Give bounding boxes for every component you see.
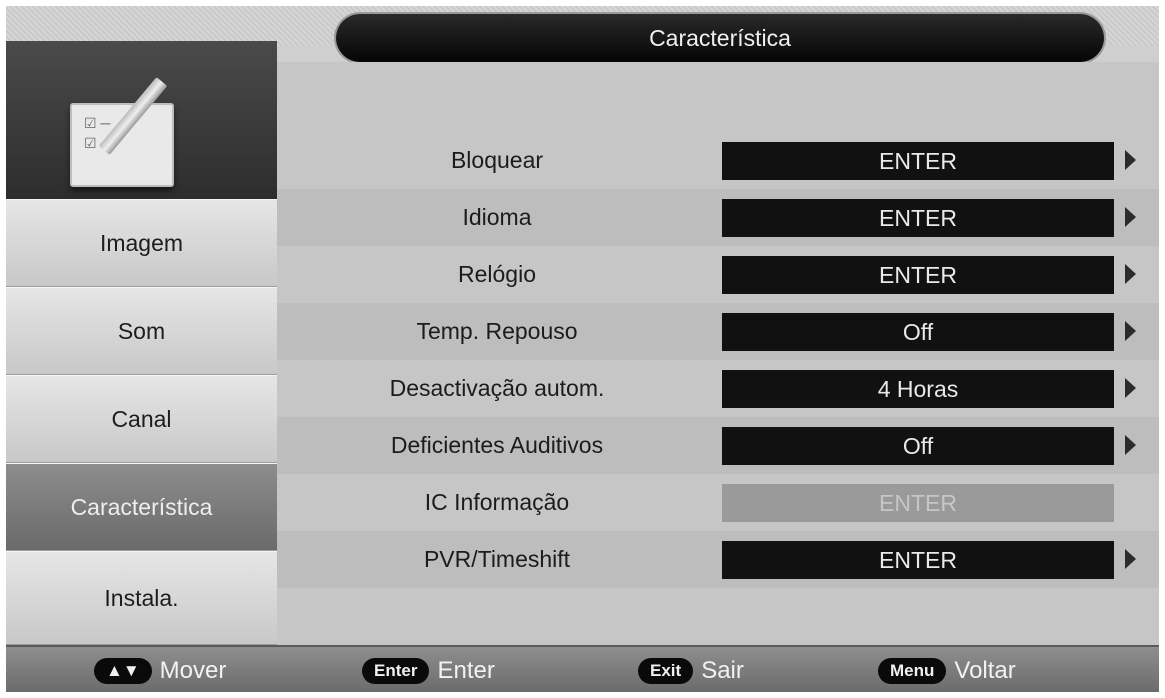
row-label: Desactivação autom. xyxy=(389,375,605,401)
row-value: ENTER xyxy=(722,484,1114,522)
menu-row-bloquear[interactable]: Bloquear ENTER xyxy=(277,132,1159,189)
row-value[interactable]: ENTER xyxy=(722,541,1114,579)
tv-menu-screen: Característica ☑ ─ ☑ ─ Imagem Som Canal … xyxy=(6,6,1159,692)
menu-row-pvr-timeshift[interactable]: PVR/Timeshift ENTER xyxy=(277,531,1159,588)
arrow-right-icon xyxy=(1125,435,1136,455)
row-value[interactable]: ENTER xyxy=(722,256,1114,294)
menu-title: Característica xyxy=(336,14,1104,62)
row-value[interactable]: ENTER xyxy=(722,142,1114,180)
hint-exit: Exit Sair xyxy=(638,657,744,685)
up-down-key-icon: ▲▼ xyxy=(94,658,152,684)
hint-text: Sair xyxy=(701,657,744,684)
arrow-right-icon xyxy=(1125,150,1136,170)
arrow-right-icon xyxy=(1125,207,1136,227)
hint-text: Voltar xyxy=(954,657,1016,684)
arrow-right-icon xyxy=(1125,378,1136,398)
enter-key-icon: Enter xyxy=(362,658,430,684)
settings-list: Bloquear ENTER Idioma ENTER Relógio ENTE… xyxy=(277,62,1159,645)
hint-back: Menu Voltar xyxy=(878,657,1016,685)
row-value[interactable]: Off xyxy=(722,313,1114,351)
row-value[interactable]: Off xyxy=(722,427,1114,465)
row-label: Temp. Repouso xyxy=(416,318,578,344)
menu-row-deficientes-auditivos[interactable]: Deficientes Auditivos Off xyxy=(277,417,1159,474)
row-label: Relógio xyxy=(458,261,536,287)
menu-row-idioma[interactable]: Idioma ENTER xyxy=(277,189,1159,246)
row-label: PVR/Timeshift xyxy=(423,546,571,572)
sidebar-item-imagem[interactable]: Imagem xyxy=(6,199,277,287)
menu-row-relogio[interactable]: Relógio ENTER xyxy=(277,246,1159,303)
row-label: IC Informação xyxy=(424,489,570,515)
sidebar-item-som[interactable]: Som xyxy=(6,287,277,375)
hint-enter: Enter Enter xyxy=(362,657,495,685)
arrow-right-icon xyxy=(1125,549,1136,569)
hint-text: Enter xyxy=(437,657,495,684)
arrow-right-icon xyxy=(1125,264,1136,284)
menu-row-ic-informacao: IC Informação ENTER xyxy=(277,474,1159,531)
menu-row-desactivacao[interactable]: Desactivação autom. 4 Horas xyxy=(277,360,1159,417)
row-value[interactable]: ENTER xyxy=(722,199,1114,237)
row-label: Deficientes Auditivos xyxy=(390,432,604,458)
checklist-icon: ☑ ─ ☑ ─ xyxy=(70,103,174,187)
arrow-right-icon xyxy=(1125,321,1136,341)
row-value[interactable]: 4 Horas xyxy=(722,370,1114,408)
row-label: Bloquear xyxy=(450,147,544,173)
hint-bar: ▲▼ Mover Enter Enter Exit Sair Menu Volt… xyxy=(6,645,1159,692)
sidebar-item-instala[interactable]: Instala. xyxy=(6,551,277,645)
hint-text: Mover xyxy=(159,657,227,684)
menu-key-icon: Menu xyxy=(878,658,947,684)
hint-move: ▲▼ Mover xyxy=(94,657,226,685)
feature-icon-panel: ☑ ─ ☑ ─ xyxy=(6,41,277,199)
exit-key-icon: Exit xyxy=(638,658,694,684)
sidebar-item-caracteristica[interactable]: Característica xyxy=(6,463,277,551)
row-label: Idioma xyxy=(462,204,532,230)
menu-row-temp-repouso[interactable]: Temp. Repouso Off xyxy=(277,303,1159,360)
sidebar: ☑ ─ ☑ ─ Imagem Som Canal Característica … xyxy=(6,41,277,645)
sidebar-item-canal[interactable]: Canal xyxy=(6,375,277,463)
